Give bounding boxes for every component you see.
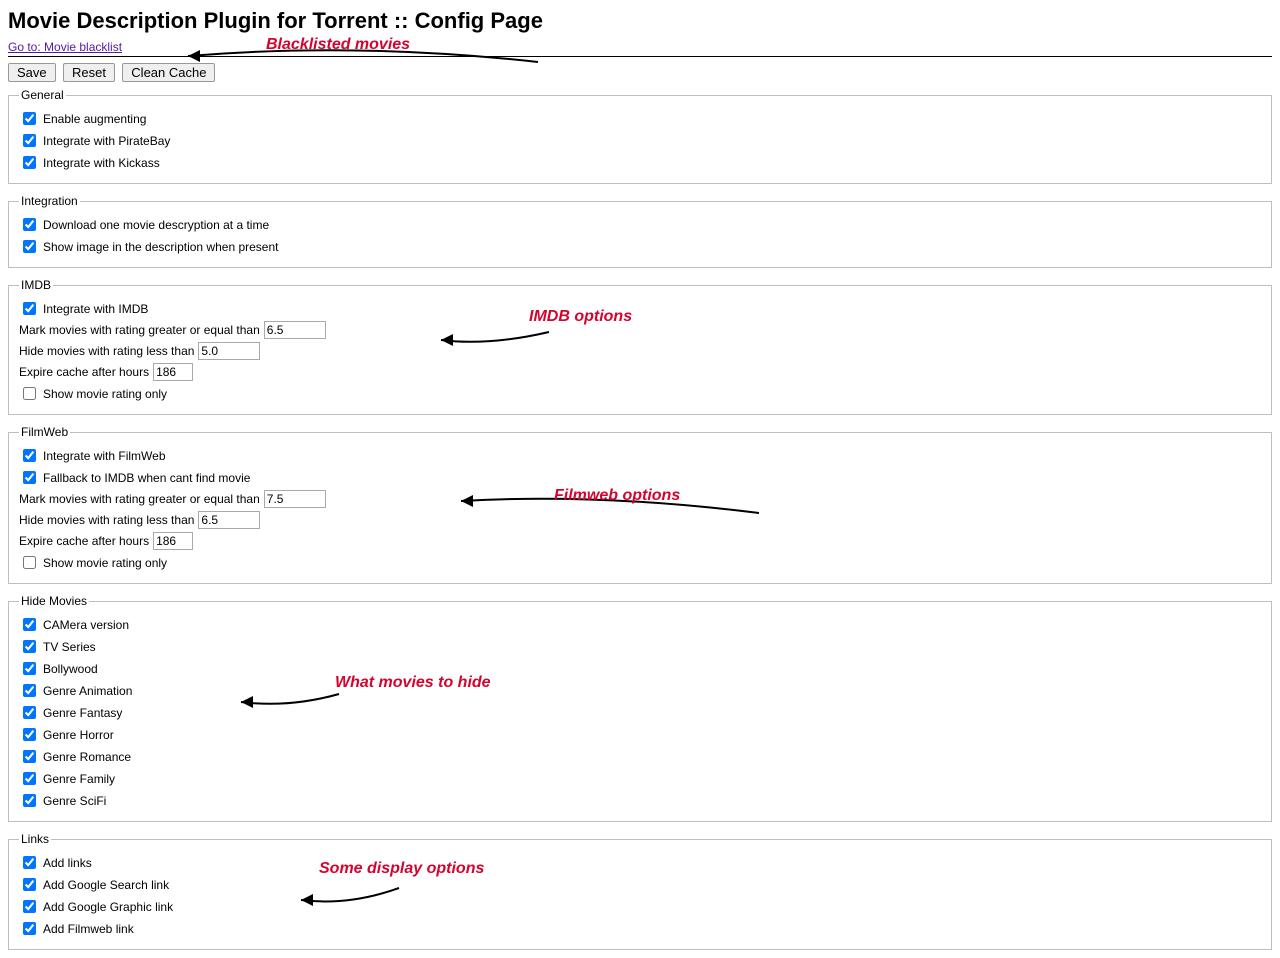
links-checkbox-1[interactable] (23, 878, 36, 891)
fieldset-links: Links Add links Add Google Search link Add… (8, 832, 1272, 950)
hide-movies-checkbox-6[interactable] (23, 750, 36, 763)
fieldset-filmweb: FilmWeb Integrate with FilmWeb Fallback … (8, 425, 1272, 584)
checkbox-enable-augmenting[interactable] (23, 112, 36, 125)
input-filmweb-mark[interactable] (264, 490, 326, 508)
label-integrate-imdb: Integrate with IMDB (43, 302, 148, 316)
input-imdb-mark[interactable] (264, 321, 326, 339)
page-title: Movie Description Plugin for Torrent :: … (8, 8, 1272, 34)
links-label-2: Add Google Graphic link (43, 900, 173, 914)
checkbox-imdb-rating-only[interactable] (23, 387, 36, 400)
links-checkbox-0[interactable] (23, 856, 36, 869)
label-filmweb-rating-only: Show movie rating only (43, 556, 167, 570)
legend-hide-movies: Hide Movies (19, 594, 89, 608)
hide-movies-label-1: TV Series (43, 640, 96, 654)
fieldset-imdb: IMDB Integrate with IMDB Mark movies wit… (8, 278, 1272, 415)
hide-movies-checkbox-5[interactable] (23, 728, 36, 741)
checkbox-filmweb-rating-only[interactable] (23, 556, 36, 569)
checkbox-integrate-piratebay[interactable] (23, 134, 36, 147)
hide-movies-checkbox-7[interactable] (23, 772, 36, 785)
label-integrate-piratebay: Integrate with PirateBay (43, 134, 170, 148)
label-imdb-hide: Hide movies with rating less than (19, 344, 194, 358)
blacklist-link[interactable]: Go to: Movie blacklist (8, 40, 122, 54)
hide-movies-label-2: Bollywood (43, 662, 98, 676)
hide-movies-label-6: Genre Romance (43, 750, 131, 764)
hide-movies-checkbox-4[interactable] (23, 706, 36, 719)
checkbox-integrate-kickass[interactable] (23, 156, 36, 169)
legend-links: Links (19, 832, 51, 846)
legend-integration: Integration (19, 194, 80, 208)
checkbox-show-image[interactable] (23, 240, 36, 253)
label-fallback-imdb: Fallback to IMDB when cant find movie (43, 471, 250, 485)
legend-imdb: IMDB (19, 278, 53, 292)
label-download-one: Download one movie descryption at a time (43, 218, 269, 232)
annotation-blacklist: Blacklisted movies (266, 36, 410, 54)
checkbox-integrate-imdb[interactable] (23, 302, 36, 315)
fieldset-hide-movies: Hide Movies CAMera version TV Series Bolly… (8, 594, 1272, 822)
checkbox-fallback-imdb[interactable] (23, 471, 36, 484)
legend-filmweb: FilmWeb (19, 425, 70, 439)
fieldset-general: General Enable augmenting Integrate with… (8, 88, 1272, 184)
save-button[interactable]: Save (8, 63, 56, 82)
links-label-3: Add Filmweb link (43, 922, 134, 936)
hide-movies-label-7: Genre Family (43, 772, 115, 786)
hide-movies-checkbox-0[interactable] (23, 618, 36, 631)
label-imdb-cache: Expire cache after hours (19, 365, 149, 379)
label-integrate-kickass: Integrate with Kickass (43, 156, 160, 170)
label-show-image: Show image in the description when prese… (43, 240, 278, 254)
fieldset-integration: Integration Download one movie descrypti… (8, 194, 1272, 268)
input-imdb-cache[interactable] (153, 363, 193, 381)
legend-general: General (19, 88, 66, 102)
hide-movies-label-3: Genre Animation (43, 684, 132, 698)
links-checkbox-2[interactable] (23, 900, 36, 913)
hide-movies-checkbox-8[interactable] (23, 794, 36, 807)
label-imdb-mark: Mark movies with rating greater or equal… (19, 323, 260, 337)
input-imdb-hide[interactable] (198, 342, 260, 360)
hide-movies-label-8: Genre SciFi (43, 794, 106, 808)
input-filmweb-cache[interactable] (153, 532, 193, 550)
hide-movies-label-4: Genre Fantasy (43, 706, 122, 720)
checkbox-download-one[interactable] (23, 218, 36, 231)
hide-movies-checkbox-1[interactable] (23, 640, 36, 653)
hide-movies-label-5: Genre Horror (43, 728, 114, 742)
links-label-0: Add links (43, 856, 92, 870)
checkbox-integrate-filmweb[interactable] (23, 449, 36, 462)
label-enable-augmenting: Enable augmenting (43, 112, 146, 126)
hide-movies-label-0: CAMera version (43, 618, 129, 632)
label-filmweb-mark: Mark movies with rating greater or equal… (19, 492, 260, 506)
label-filmweb-hide: Hide movies with rating less than (19, 513, 194, 527)
hide-movies-checkbox-2[interactable] (23, 662, 36, 675)
label-filmweb-cache: Expire cache after hours (19, 534, 149, 548)
label-integrate-filmweb: Integrate with FilmWeb (43, 449, 166, 463)
links-label-1: Add Google Search link (43, 878, 169, 892)
hide-movies-checkbox-3[interactable] (23, 684, 36, 697)
clean-cache-button[interactable]: Clean Cache (122, 63, 215, 82)
reset-button[interactable]: Reset (63, 63, 115, 82)
links-checkbox-3[interactable] (23, 922, 36, 935)
label-imdb-rating-only: Show movie rating only (43, 387, 167, 401)
input-filmweb-hide[interactable] (198, 511, 260, 529)
